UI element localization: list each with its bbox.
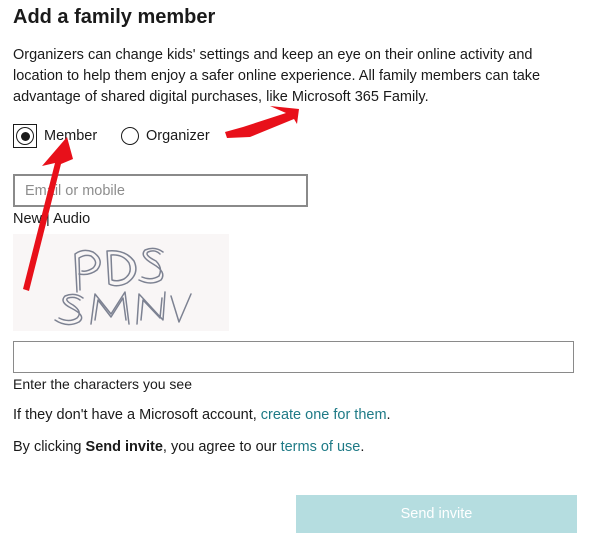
radio-member-circle[interactable] bbox=[16, 127, 34, 145]
radio-organizer[interactable]: Organizer bbox=[121, 124, 210, 148]
captcha-new-link[interactable]: New bbox=[13, 211, 42, 227]
radio-organizer-circle[interactable] bbox=[121, 127, 139, 145]
no-account-suffix: . bbox=[386, 407, 391, 423]
terms-of-use-link[interactable]: terms of use bbox=[281, 439, 361, 455]
no-account-line: If they don't have a Microsoft account, … bbox=[13, 407, 391, 423]
terms-line: By clicking Send invite, you agree to ou… bbox=[13, 439, 364, 455]
captcha-glyphs bbox=[54, 247, 192, 326]
radio-focus-ring bbox=[13, 124, 37, 148]
terms-prefix: By clicking bbox=[13, 439, 86, 455]
radio-member[interactable]: Member bbox=[13, 124, 97, 148]
arrow-to-organizer bbox=[225, 106, 299, 138]
captcha-separator: | bbox=[42, 211, 54, 227]
captcha-audio-link[interactable]: Audio bbox=[53, 211, 90, 227]
no-account-text: If they don't have a Microsoft account, bbox=[13, 407, 261, 423]
terms-middle: , you agree to our bbox=[162, 439, 281, 455]
captcha-links: New | Audio bbox=[13, 211, 90, 227]
captcha-image bbox=[13, 234, 229, 331]
terms-suffix: . bbox=[360, 439, 365, 455]
radio-selected-dot bbox=[20, 131, 30, 141]
email-input[interactable] bbox=[13, 174, 308, 207]
create-account-link[interactable]: create one for them bbox=[261, 407, 387, 423]
dialog-description: Organizers can change kids' settings and… bbox=[13, 47, 541, 105]
captcha-hint: Enter the characters you see bbox=[13, 376, 192, 392]
radio-organizer-label[interactable]: Organizer bbox=[146, 128, 210, 144]
radio-member-label[interactable]: Member bbox=[44, 128, 97, 144]
captcha-characters-input[interactable] bbox=[13, 341, 574, 373]
dialog-title: Add a family member bbox=[13, 6, 216, 28]
terms-bold: Send invite bbox=[85, 439, 163, 455]
send-invite-button[interactable]: Send invite bbox=[296, 495, 577, 533]
